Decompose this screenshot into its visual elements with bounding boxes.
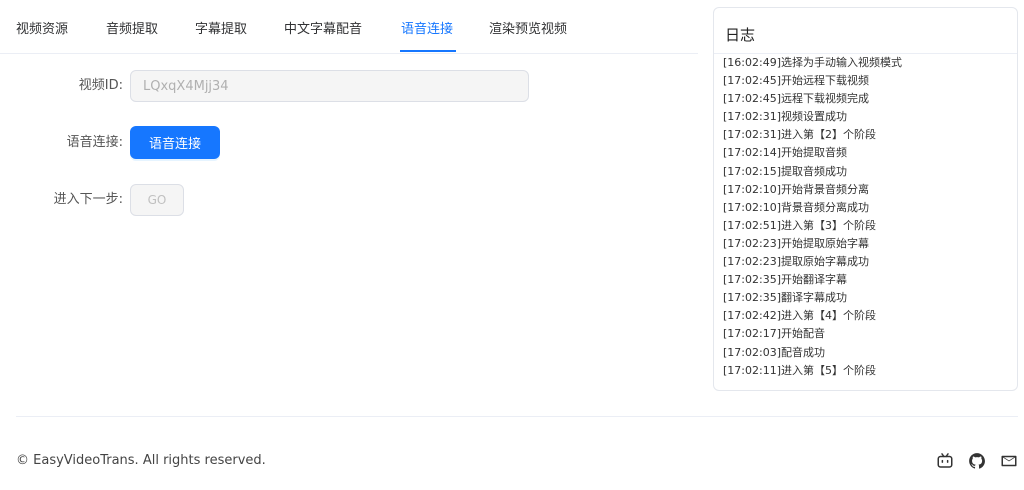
tab-audio-extract[interactable]: 音频提取 [106,21,158,39]
log-title: 日志 [725,26,756,44]
log-entry: [17:02:14]开始提取音频 [723,146,847,160]
tab-chinese-dubbing[interactable]: 中文字幕配音 [284,21,362,39]
log-entry: [17:02:10]背景音频分离成功 [723,200,869,214]
active-tab-indicator [400,50,456,52]
video-id-label: 视频ID: [78,78,123,93]
log-entry: [17:02:03]配音成功 [723,345,825,359]
voice-connect-label: 语音连接: [66,135,123,150]
bilibili-icon[interactable] [936,452,954,470]
voice-connect-row: 语音连接: 语音连接 [0,126,698,159]
voice-connect-button[interactable]: 语音连接 [130,126,220,159]
log-entry: [17:02:15]提取音频成功 [723,164,847,178]
go-button[interactable]: GO [130,184,184,216]
tab-render-preview[interactable]: 渲染预览视频 [489,21,567,39]
mail-icon[interactable] [1000,452,1018,470]
next-step-label: 进入下一步: [53,192,123,207]
next-step-row: 进入下一步: GO [0,184,698,216]
log-entry: [17:02:42]进入第【4】个阶段 [723,309,876,323]
tab-subtitle-extract[interactable]: 字幕提取 [195,21,247,39]
log-entry: [17:02:10]开始背景音频分离 [723,182,869,196]
log-entry: [17:02:35]翻译字幕成功 [723,291,847,305]
log-entry: [17:02:17]开始配音 [723,327,825,341]
log-entry: [17:02:35]开始翻译字幕 [723,273,847,287]
log-entry: [17:02:51]进入第【3】个阶段 [723,218,876,232]
log-entry: [17:02:23]开始提取原始字幕 [723,236,869,250]
log-entry: [17:02:11]进入第【5】个阶段 [723,363,876,377]
log-list[interactable]: [16:02:49]选择为手动输入视频模式 [17:02:45]开始远程下载视频 [… [723,54,1013,388]
tab-video-resource[interactable]: 视频资源 [16,21,68,39]
log-entry: [17:02:45]远程下载视频完成 [723,92,869,106]
tab-voice-connect[interactable]: 语音连接 [401,21,453,39]
video-id-input[interactable] [130,70,529,102]
log-panel: 日志 [16:02:49]选择为手动输入视频模式 [17:02:45]开始远程下载… [713,7,1018,391]
log-entry: [17:02:31]视频设置成功 [723,110,847,124]
log-entry: [17:02:45]开始远程下载视频 [723,74,869,88]
tab-bar: 视频资源 音频提取 字幕提取 中文字幕配音 语音连接 渲染预览视频 [0,0,698,54]
log-entry: [17:02:23]提取原始字幕成功 [723,255,869,269]
github-icon[interactable] [968,452,986,470]
footer-divider [16,416,1018,417]
copyright-text: © EasyVideoTrans. All rights reserved. [16,453,266,468]
log-entry: [17:02:31]进入第【2】个阶段 [723,128,876,142]
video-id-row: 视频ID: [0,70,698,102]
log-entry: [16:02:49]选择为手动输入视频模式 [723,56,902,69]
